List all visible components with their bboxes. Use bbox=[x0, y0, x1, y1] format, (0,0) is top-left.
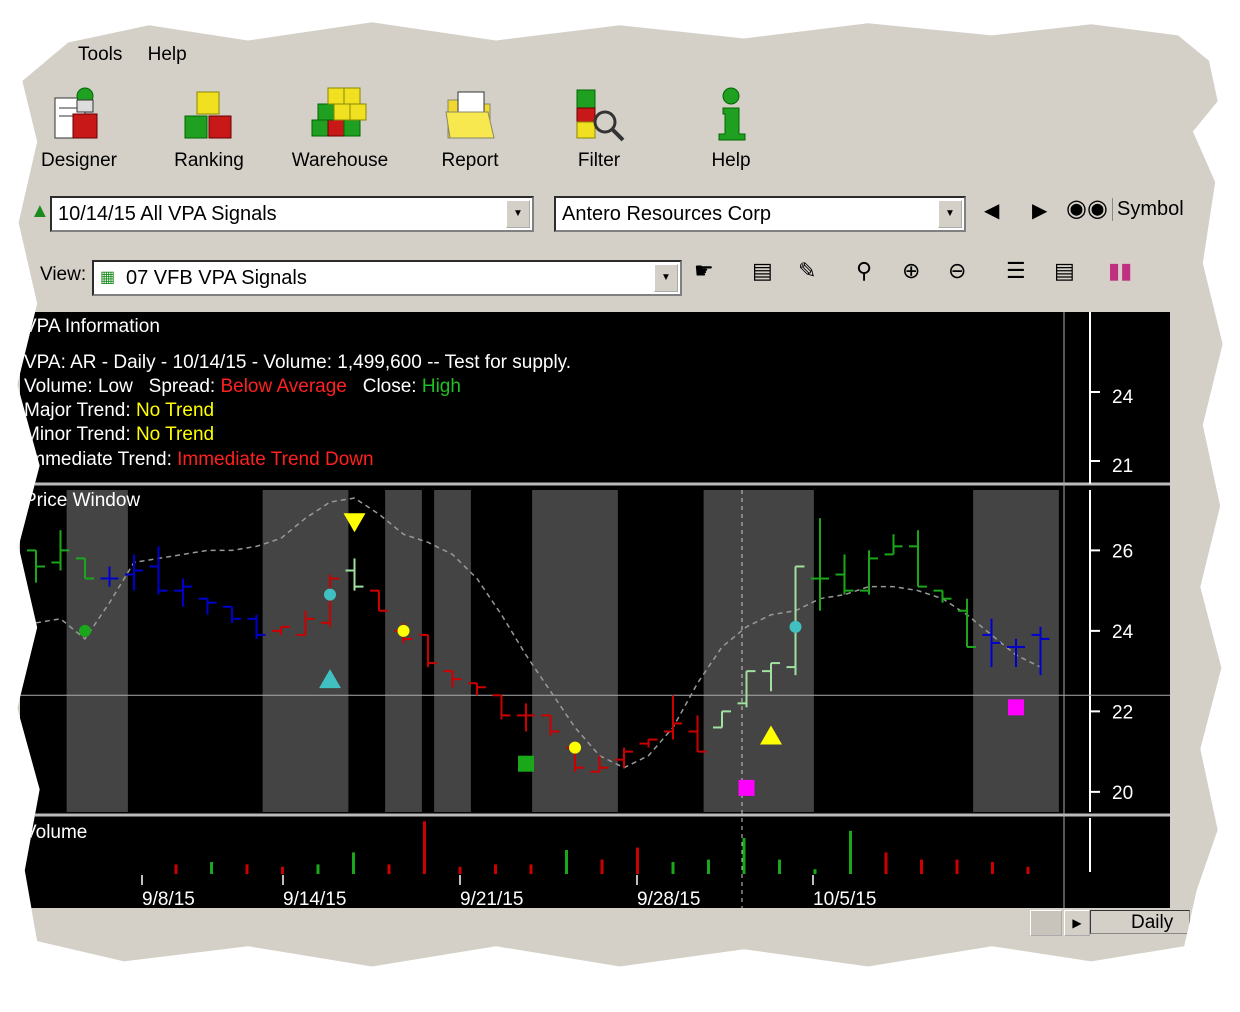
view-select[interactable]: ▦ 07 VFB VPA Signals ▼ bbox=[92, 260, 682, 296]
price-axis-label: 20 bbox=[1112, 783, 1133, 804]
report-label: Report bbox=[441, 150, 499, 171]
filter-label: Filter bbox=[577, 150, 621, 171]
highlight-band bbox=[66, 490, 128, 812]
signal-dot bbox=[789, 620, 802, 633]
ranking-icon bbox=[184, 91, 232, 139]
designer-icon bbox=[54, 87, 98, 139]
minor-trend-label: Minor Trend: bbox=[24, 424, 131, 445]
signal-list-icon: ▲ bbox=[30, 200, 50, 222]
major-trend-label: Major Trend: bbox=[24, 400, 131, 421]
immediate-trend-line: Immediate Trend: Immediate Trend Down bbox=[24, 449, 374, 471]
spread-value: Below Average bbox=[220, 376, 347, 397]
binoculars-icon[interactable]: ◉◉ bbox=[1066, 194, 1108, 223]
menu-help[interactable]: Help bbox=[148, 44, 187, 65]
signal-dot bbox=[569, 741, 581, 754]
info-axis-label: 21 bbox=[1112, 456, 1133, 477]
signal-square bbox=[1008, 699, 1024, 716]
filter-icon bbox=[576, 89, 625, 142]
report-button[interactable]: Report bbox=[415, 84, 525, 172]
volume-value: Low bbox=[97, 376, 133, 397]
designer-button[interactable]: Designer bbox=[24, 84, 134, 172]
designer-label: Designer bbox=[40, 150, 118, 171]
major-trend-value: No Trend bbox=[135, 400, 215, 421]
next-symbol-icon[interactable]: ▶ bbox=[1032, 198, 1047, 223]
signal-dot bbox=[79, 624, 91, 637]
warehouse-label: Warehouse bbox=[291, 150, 389, 171]
chart-area: 26 24 22 20 24 21 9/8/15 9/14/15 9/21/15 9/28/15 1… bbox=[20, 312, 1170, 908]
symbol-dropdown-icon[interactable]: ▼ bbox=[938, 200, 962, 228]
vpa-info-summary: VPA: AR - Daily - 10/14/15 - Volume: 1,4… bbox=[24, 352, 572, 373]
vpa-info-volume-line: Volume: Low Spread: Below Average Close:… bbox=[24, 376, 461, 398]
signal-square bbox=[518, 755, 534, 772]
help-label: Help bbox=[711, 150, 751, 171]
immediate-trend-label: Immediate Trend: bbox=[24, 449, 172, 470]
date-label: 9/28/15 bbox=[637, 889, 700, 908]
signal-dot bbox=[397, 624, 410, 637]
view-select-value: 07 VFB VPA Signals bbox=[126, 267, 307, 289]
application-window: Tools Help Designer Ranking Warehouse Re… bbox=[17, 22, 1223, 967]
timeframe-display[interactable]: Daily bbox=[1090, 910, 1190, 934]
indicators-icon[interactable]: ☰ bbox=[1006, 258, 1026, 284]
signal-list-value: 10/14/15 All VPA Signals bbox=[58, 203, 277, 225]
bar-chart-icon[interactable]: ▮▮ bbox=[1108, 258, 1132, 284]
pointer-icon[interactable]: ☛ bbox=[694, 258, 714, 284]
warehouse-icon bbox=[311, 87, 367, 137]
view-dropdown-icon[interactable]: ▼ bbox=[654, 264, 678, 292]
close-label: Close: bbox=[362, 376, 417, 397]
previous-symbol-icon[interactable]: ◀ bbox=[984, 198, 999, 223]
menu-tools[interactable]: Tools bbox=[78, 44, 122, 65]
date-label: 9/21/15 bbox=[460, 889, 523, 908]
minor-trend-line: Minor Trend: No Trend bbox=[24, 424, 214, 446]
filter-button[interactable]: Filter bbox=[544, 84, 654, 172]
highlight-band bbox=[385, 490, 422, 812]
date-label: 10/5/15 bbox=[813, 889, 876, 908]
vpa-info-header: VPA Information bbox=[24, 316, 160, 337]
status-bar: ▶ Daily bbox=[20, 908, 1190, 938]
highlight-band bbox=[262, 490, 349, 812]
price-axis-label: 26 bbox=[1112, 541, 1133, 562]
edit-icon[interactable]: ✎ bbox=[798, 258, 816, 284]
price-axis-label: 22 bbox=[1112, 702, 1133, 723]
price-axis-label: 24 bbox=[1112, 622, 1134, 643]
menu-bar: Tools Help bbox=[78, 44, 207, 66]
scroll-right-icon[interactable]: ▶ bbox=[1064, 910, 1090, 936]
data-window-icon[interactable]: ▤ bbox=[1054, 258, 1075, 284]
info-axis-label: 24 bbox=[1112, 387, 1134, 408]
signal-square bbox=[738, 779, 755, 796]
spread-label: Spread: bbox=[148, 376, 216, 397]
volume-label: Volume: bbox=[24, 376, 93, 397]
volume-window-label: Volume bbox=[24, 822, 88, 843]
highlight-band bbox=[556, 490, 618, 812]
ranking-button[interactable]: Ranking bbox=[154, 84, 264, 172]
warehouse-button[interactable]: Warehouse bbox=[285, 84, 395, 172]
zoom-in-icon[interactable]: ⊕ bbox=[902, 258, 920, 284]
properties-icon[interactable]: ▤ bbox=[752, 258, 773, 284]
view-label: View: bbox=[40, 264, 87, 285]
date-label: 9/8/15 bbox=[142, 889, 195, 908]
minor-trend-value: No Trend bbox=[135, 424, 215, 445]
zoom-out-icon[interactable]: ⊖ bbox=[948, 258, 966, 284]
price-window-label: Price Window bbox=[24, 490, 141, 511]
zoom-icon[interactable]: ⚲ bbox=[856, 258, 872, 284]
immediate-trend-value: Immediate Trend Down bbox=[177, 449, 374, 470]
highlight-band bbox=[434, 490, 471, 812]
date-label: 9/14/15 bbox=[283, 889, 346, 908]
help-icon bbox=[718, 87, 746, 141]
close-value: High bbox=[421, 376, 461, 397]
major-trend-line: Major Trend: No Trend bbox=[24, 400, 214, 422]
signal-list-select[interactable]: 10/14/15 All VPA Signals ▼ bbox=[50, 196, 534, 232]
report-icon bbox=[445, 91, 495, 139]
signal-dot bbox=[324, 588, 336, 601]
symbol-select-value: Antero Resources Corp bbox=[562, 203, 771, 225]
scrollbar-thumb[interactable] bbox=[1030, 910, 1062, 936]
help-button[interactable]: Help bbox=[676, 84, 786, 172]
signal-list-dropdown-icon[interactable]: ▼ bbox=[506, 200, 530, 228]
chart-view-icon: ▦ bbox=[100, 269, 116, 286]
symbol-select[interactable]: Antero Resources Corp ▼ bbox=[554, 196, 966, 232]
symbol-label: Symbol bbox=[1112, 198, 1184, 221]
ranking-label: Ranking bbox=[174, 150, 244, 171]
